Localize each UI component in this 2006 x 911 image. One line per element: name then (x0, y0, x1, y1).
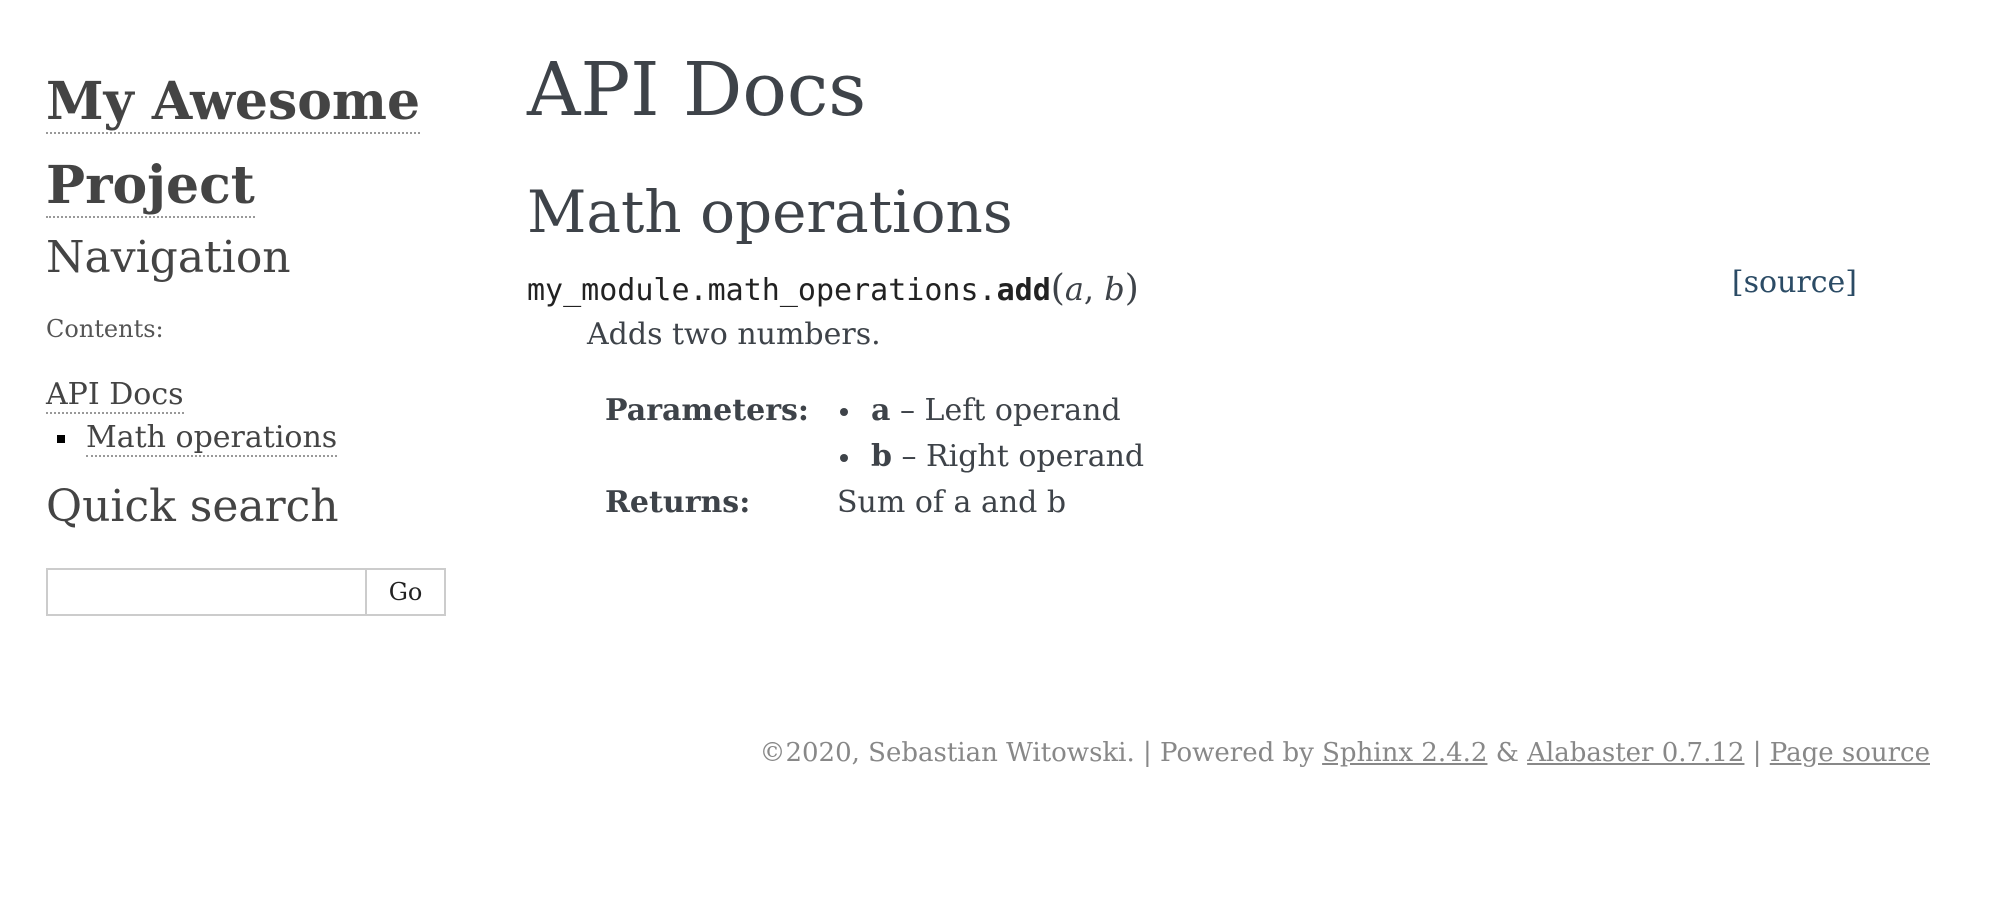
project-logo: My Awesome Project (46, 60, 456, 228)
quick-search-heading: Quick search (46, 480, 339, 532)
logo-line-2: Project (46, 155, 255, 216)
function-param: a (1064, 270, 1084, 309)
function-signature: my_module.math_operations.add(a, b) [sou… (527, 265, 1857, 311)
close-paren: ) (1124, 268, 1139, 310)
toc-item-api-docs: API Docs (46, 376, 456, 414)
returns-label: Returns: (605, 485, 751, 521)
parameters-label: Parameters: (605, 393, 809, 429)
footer-separator: | Powered by (1134, 738, 1323, 768)
parameter-name: b (870, 439, 892, 475)
footer-ampersand: & (1487, 738, 1528, 768)
section-title: Math operations (527, 178, 1013, 247)
square-bullet-icon (57, 434, 65, 443)
param-separator: , (1083, 270, 1105, 309)
function-module-prefix: my_module.math_operations. (527, 273, 997, 309)
parameter-list: a – Left operand b – Right operand (837, 388, 1144, 480)
copyright-text: ©2020, Sebastian Witowski. (759, 738, 1135, 768)
toc-sublist: Math operations (46, 419, 456, 457)
returns-value: Sum of a and b (836, 485, 1067, 521)
search-go-button[interactable]: Go (365, 567, 446, 616)
footer-separator: | (1744, 738, 1770, 768)
footer: ©2020, Sebastian Witowski. | Powered by … (759, 738, 1930, 768)
bullet-icon (839, 454, 848, 463)
sphinx-link[interactable]: Sphinx 2.4.2 (1322, 738, 1487, 768)
parameter-description: Left operand (924, 393, 1121, 429)
toc-link-math-operations[interactable]: Math operations (86, 419, 338, 457)
toc-item-math-operations: Math operations (46, 419, 456, 457)
project-logo-link[interactable]: My Awesome Project (46, 71, 421, 218)
parameter-item: a – Left operand (837, 388, 1144, 434)
search-form: Go (46, 567, 446, 616)
function-name: add (996, 273, 1051, 309)
parameter-item: b – Right operand (837, 434, 1144, 480)
parameter-description: Right operand (926, 439, 1145, 475)
page-title: API Docs (527, 47, 867, 133)
toc-caption: Contents: (46, 314, 164, 343)
parameter-name: a (870, 393, 891, 429)
function-param: b (1104, 270, 1125, 309)
open-paren: ( (1050, 268, 1065, 310)
page-source-link[interactable]: Page source (1770, 738, 1930, 768)
source-link[interactable]: [source] (1732, 261, 1857, 305)
returns-row: Returns: Sum of a and b (605, 480, 1144, 526)
sidebar: My Awesome Project Navigation Contents: … (46, 60, 456, 616)
parameter-dash: – (890, 393, 925, 429)
logo-line-1: My Awesome (46, 71, 421, 132)
toc-link-api-docs[interactable]: API Docs (46, 376, 184, 414)
bullet-icon (839, 408, 848, 417)
parameters-body: a – Left operand b – Right operand (837, 388, 1144, 480)
parameter-dash: – (891, 439, 927, 475)
parameters-row: Parameters: a – Left operand b – Right o… (605, 388, 1144, 480)
navigation-heading: Navigation (46, 232, 291, 283)
search-input[interactable] (46, 567, 365, 616)
function-description: Adds two numbers. (587, 317, 881, 353)
alabaster-link[interactable]: Alabaster 0.7.12 (1527, 738, 1744, 768)
main-content: API Docs Math operations my_module.math_… (527, 47, 1857, 526)
field-list: Parameters: a – Left operand b – Right o… (605, 388, 1144, 526)
